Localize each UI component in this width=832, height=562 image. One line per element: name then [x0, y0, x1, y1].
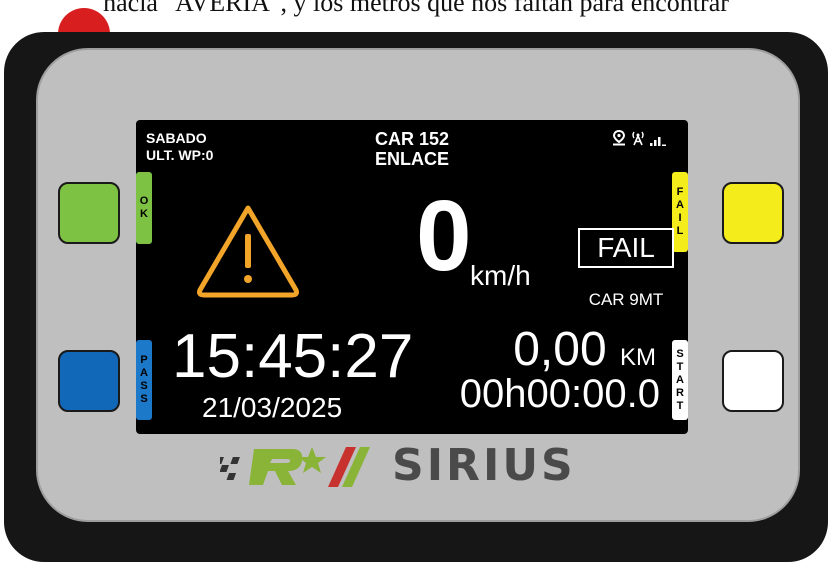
tab-letter: F	[677, 186, 684, 199]
elapsed-timer: 00h00:00.0	[460, 372, 660, 416]
start-button[interactable]	[722, 350, 784, 412]
signal-icon	[650, 134, 666, 146]
day-label: SABADO	[146, 130, 207, 146]
tab-letter: A	[140, 367, 148, 380]
fail-tab: F A I L	[672, 172, 688, 252]
fail-button[interactable]	[722, 182, 784, 244]
tab-letter: S	[140, 380, 147, 393]
clock-time: 15:45:27	[172, 326, 413, 388]
racing-logo-icon	[220, 443, 376, 489]
tab-letter: I	[678, 212, 681, 225]
ok-tab: O K	[136, 172, 152, 244]
tab-letter: S	[676, 348, 683, 361]
tab-letter: T	[677, 400, 684, 413]
status-icons	[612, 130, 666, 146]
speed-unit: km/h	[470, 260, 531, 292]
antenna-icon	[631, 130, 645, 146]
brand-name: SIRIUS	[392, 440, 576, 491]
mode-label: ENLACE	[312, 149, 512, 170]
sirius-logo: SIRIUS	[220, 440, 576, 491]
warning-icon	[192, 200, 304, 300]
tab-letter: T	[677, 361, 684, 374]
tab-letter: O	[140, 195, 149, 208]
display-screen: O K P A S S F A I L S T A R T SABADO ULT…	[136, 120, 688, 434]
tab-letter: S	[140, 393, 147, 406]
fail-status-box: FAIL	[578, 228, 674, 268]
tab-letter: L	[677, 225, 684, 238]
start-tab: S T A R T	[672, 340, 688, 420]
tab-letter: P	[140, 354, 147, 367]
pass-tab: P A S S	[136, 340, 152, 420]
pass-button[interactable]	[58, 350, 120, 412]
distance-unit: KM	[620, 344, 656, 371]
tab-letter: R	[676, 387, 684, 400]
speed-value: 0	[416, 186, 470, 286]
last-waypoint: ULT. WP:0	[146, 147, 213, 163]
top-caption: hacia "AVERIA", y los metros que nos fal…	[0, 0, 832, 18]
date-label: 21/03/2025	[202, 392, 342, 424]
tab-letter: A	[676, 374, 684, 387]
car-title: CAR 152	[312, 129, 512, 150]
tab-letter: A	[676, 199, 684, 212]
location-icon	[612, 130, 626, 146]
ok-button[interactable]	[58, 182, 120, 244]
distance-value: 0,00	[513, 323, 606, 376]
car-code: CAR 9MT	[556, 290, 688, 310]
tab-letter: K	[140, 208, 148, 221]
